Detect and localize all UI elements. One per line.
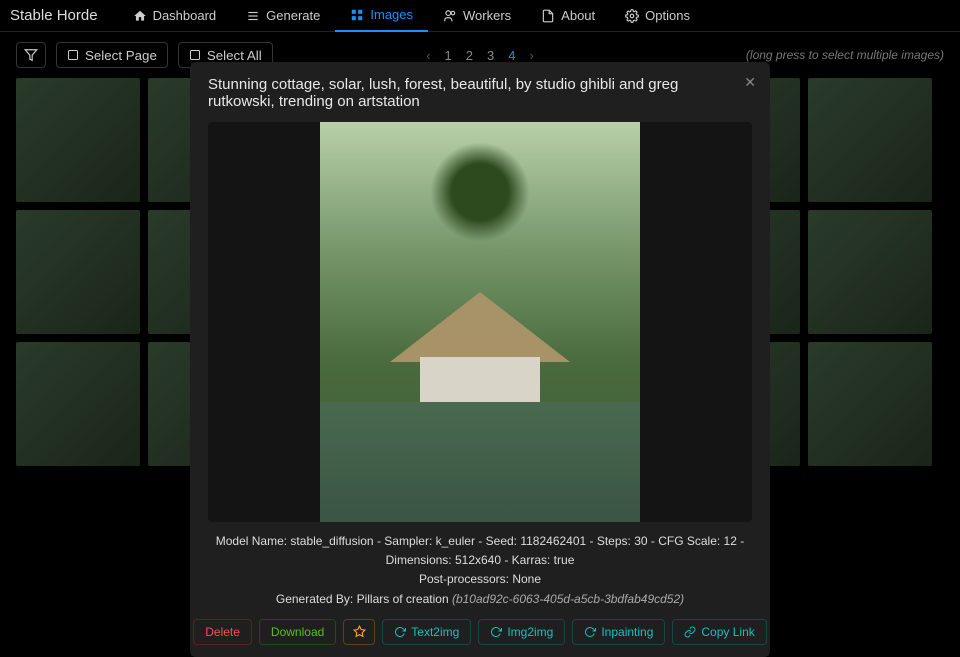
modal-actions: Delete Download Text2img Img2img Inpaint… xyxy=(190,609,770,645)
image-prompt-title: Stunning cottage, solar, lush, forest, b… xyxy=(190,62,770,122)
image-detail-modal: ✕ Stunning cottage, solar, lush, forest,… xyxy=(190,62,770,657)
text2img-button[interactable]: Text2img xyxy=(382,619,471,645)
refresh-icon xyxy=(584,626,596,638)
link-icon xyxy=(684,626,696,638)
img2img-button[interactable]: Img2img xyxy=(478,619,565,645)
image-metadata: Model Name: stable_diffusion - Sampler: … xyxy=(190,522,770,609)
image-container xyxy=(208,122,752,522)
generated-image[interactable] xyxy=(320,122,640,522)
refresh-icon xyxy=(394,626,406,638)
refresh-icon xyxy=(490,626,502,638)
copy-link-button[interactable]: Copy Link xyxy=(672,619,766,645)
meta-postproc: Post-processors: None xyxy=(208,570,752,589)
favorite-button[interactable] xyxy=(343,619,375,645)
inpainting-button[interactable]: Inpainting xyxy=(572,619,665,645)
close-icon[interactable]: ✕ xyxy=(744,74,756,91)
meta-params: Model Name: stable_diffusion - Sampler: … xyxy=(208,532,752,570)
download-button[interactable]: Download xyxy=(259,619,336,645)
star-icon xyxy=(353,625,366,638)
delete-button[interactable]: Delete xyxy=(193,619,252,645)
modal-overlay: ✕ Stunning cottage, solar, lush, forest,… xyxy=(0,0,960,593)
meta-generator: Generated By: Pillars of creation (b10ad… xyxy=(208,590,752,609)
